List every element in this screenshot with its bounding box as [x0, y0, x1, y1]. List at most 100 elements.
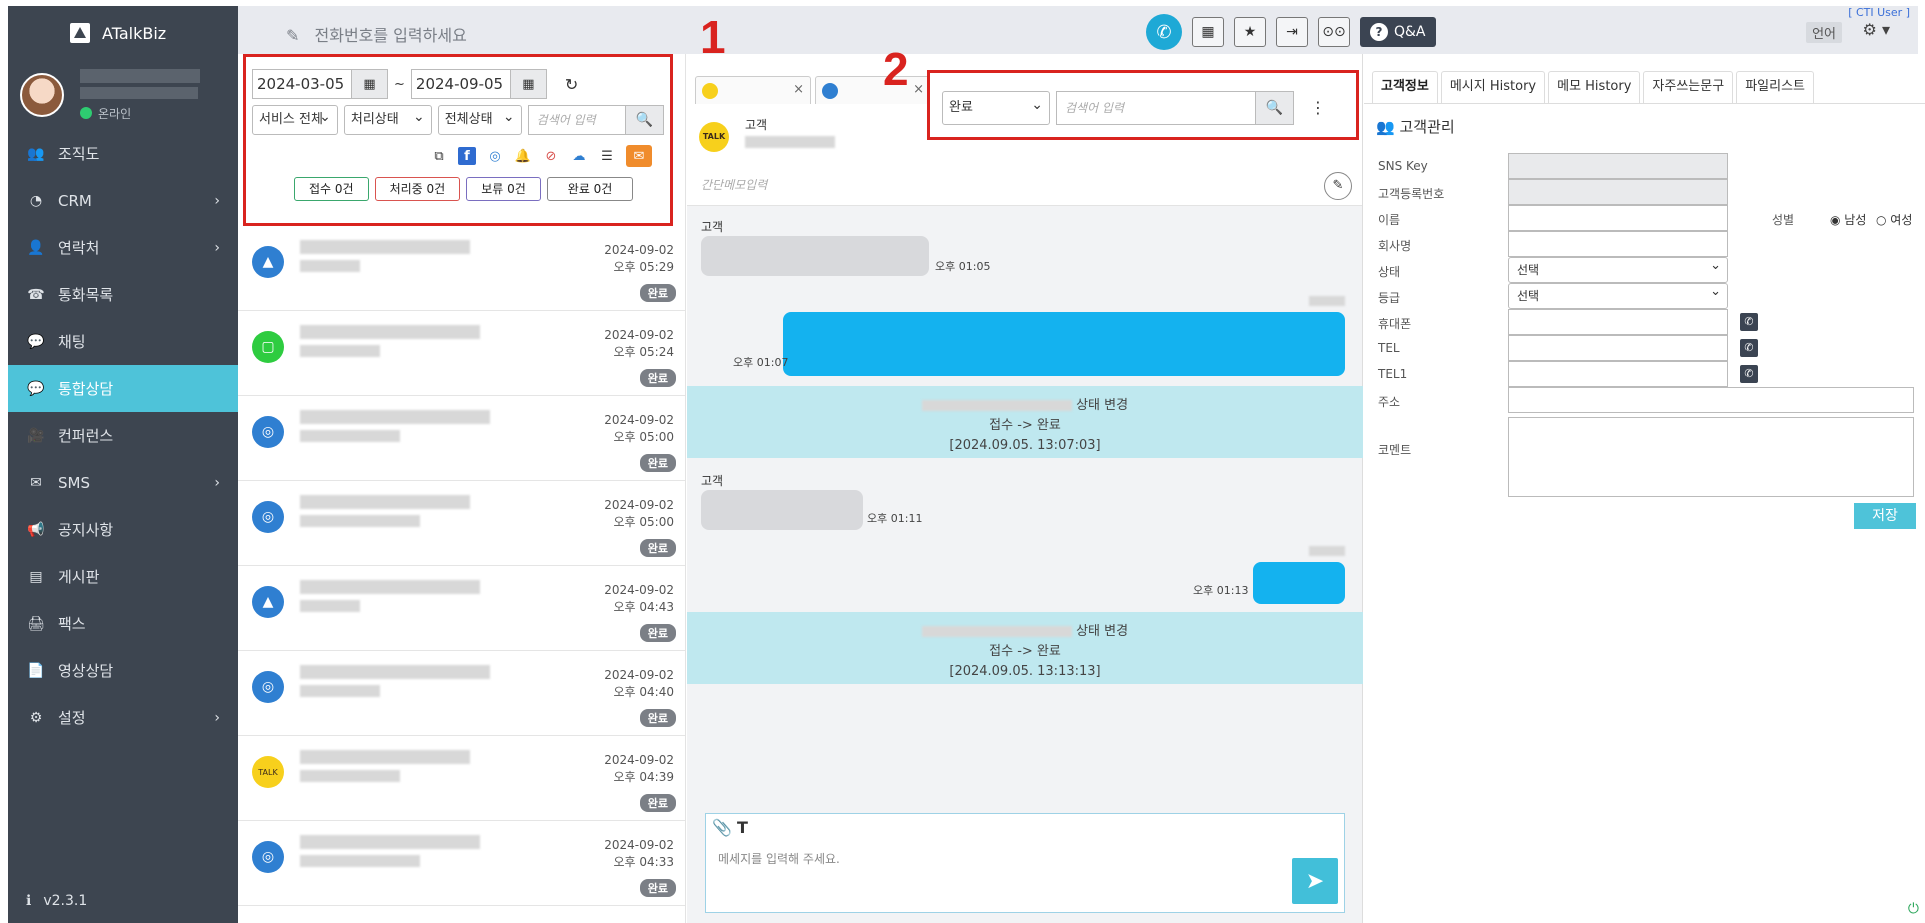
favorites-button[interactable]: ★ — [1234, 17, 1266, 47]
name-field[interactable] — [1508, 205, 1728, 231]
mobile-field[interactable] — [1508, 309, 1728, 335]
info-tab[interactable]: 메시지 History — [1440, 71, 1546, 103]
sidebar-item[interactable]: 👥 조직도 — [8, 130, 238, 177]
bell-icon[interactable]: 🔔 — [514, 147, 532, 165]
info-tab[interactable]: 자주쓰는문구 — [1643, 71, 1734, 103]
refresh-icon[interactable]: ↻ — [565, 75, 578, 94]
sidebar-item[interactable]: 📢 공지사항 — [8, 506, 238, 553]
info-tab[interactable]: 파일리스트 — [1736, 71, 1814, 103]
chat-channel-icon[interactable]: ◎ — [486, 147, 504, 165]
address-field[interactable] — [1508, 387, 1914, 413]
paperclip-icon[interactable]: 📎 — [712, 818, 732, 837]
chat-tab[interactable]: × — [695, 76, 811, 104]
status-count-badge[interactable]: 완료 0건 — [546, 177, 634, 201]
save-button[interactable]: 저장 — [1854, 503, 1916, 529]
qa-button[interactable]: ? Q&A — [1360, 17, 1436, 47]
settings-gear-icon[interactable]: ⚙ ▾ — [1863, 20, 1890, 39]
conversation-item[interactable]: ◎ 2024-09-02 오후 05:00 완료 — [238, 481, 685, 566]
power-icon[interactable]: ⏻ — [1908, 901, 1919, 917]
radio-male[interactable]: ◉ 남성 — [1830, 211, 1866, 228]
edit-pencil-icon[interactable]: ✎ — [1324, 172, 1352, 200]
kakao-icon — [702, 83, 718, 99]
status-count-badge[interactable]: 처리중 0건 — [374, 177, 461, 201]
service-select[interactable]: 서비스 전체 — [252, 103, 338, 135]
chat-tab[interactable]: × — [815, 76, 931, 104]
users-icon: 👥 — [1376, 118, 1395, 136]
login-button[interactable]: ⇥ — [1276, 17, 1308, 47]
list-search-input[interactable]: 검색어 입력 🔍 — [527, 105, 664, 135]
dialpad-button[interactable]: ▦ — [1192, 17, 1224, 47]
close-icon[interactable]: × — [913, 82, 924, 97]
sidebar-item-label: 연락처 — [58, 239, 100, 257]
phone-icon[interactable]: ✆ — [1740, 365, 1758, 383]
chat-search-input[interactable]: 검색어 입력 🔍 — [1056, 91, 1294, 125]
text-format-icon[interactable]: T — [737, 818, 748, 837]
call-button[interactable]: ✆ — [1146, 14, 1182, 50]
sidebar-item[interactable]: ✉ SMS › — [8, 459, 238, 506]
phone-input[interactable]: ✎ 전화번호를 입력하세요 — [286, 22, 467, 46]
calendar-icon[interactable]: ▦ — [351, 70, 387, 98]
sidebar-item[interactable]: 🎥 컨퍼런스 — [8, 412, 238, 459]
status-count-badge[interactable]: 접수 0건 — [294, 177, 369, 201]
all-status-select[interactable]: 전체상태 — [437, 103, 522, 135]
compose-box[interactable]: 📎 T 메세지를 입력해 주세요. ➤ — [705, 813, 1345, 913]
conversation-item[interactable]: ▲ 2024-09-02 오후 04:43 완료 — [238, 566, 685, 651]
conversation-preview-redacted — [300, 770, 400, 782]
sidebar-item[interactable]: 📄 영상상담 — [8, 647, 238, 694]
radio-female[interactable]: ○ 여성 — [1876, 211, 1912, 228]
voicemail-button[interactable]: ⊙⊙ — [1318, 17, 1350, 47]
message-sender: 고객 — [701, 474, 724, 488]
calendar-icon[interactable]: ▦ — [509, 70, 546, 98]
date-to-input[interactable]: 2024-09-05 ▦ — [410, 69, 547, 99]
chat-search-placeholder: 검색어 입력 — [1065, 101, 1125, 115]
sidebar-item[interactable]: ▤ 게시판 — [8, 553, 238, 600]
info-tab[interactable]: 고객정보 — [1372, 71, 1438, 103]
mail-icon[interactable]: ✉ — [626, 145, 652, 167]
status-select[interactable]: 선택 — [1508, 254, 1728, 283]
sidebar-item[interactable]: 🖨 팩스 — [8, 600, 238, 647]
list-icon[interactable]: ☰ — [598, 147, 616, 165]
envelope-icon: ✉ — [30, 474, 42, 491]
sidebar-item[interactable]: ◔ CRM › — [8, 177, 238, 224]
search-icon[interactable]: 🔍 — [625, 106, 663, 134]
chat-icon: 💬 — [27, 333, 45, 350]
conversation-time: 오후 05:00 — [613, 430, 674, 444]
conversation-item[interactable]: ▢ 2024-09-02 오후 05:24 완료 — [238, 311, 685, 396]
tel-field[interactable] — [1508, 335, 1728, 361]
phone-icon[interactable]: ✆ — [1740, 339, 1758, 357]
avatar[interactable] — [20, 73, 64, 117]
comment-field[interactable] — [1508, 417, 1914, 497]
process-status-select[interactable]: 처리상태 — [343, 103, 432, 135]
conversation-date: 2024-09-02 — [604, 413, 674, 427]
tel1-field[interactable] — [1508, 361, 1728, 387]
conversation-item[interactable]: TALK 2024-09-02 오후 04:39 완료 — [238, 736, 685, 821]
cti-user-link[interactable]: [ CTI User ] — [1848, 6, 1910, 19]
conversation-item[interactable]: ◎ 2024-09-02 오후 05:00 완료 — [238, 396, 685, 481]
close-icon[interactable]: × — [793, 82, 804, 97]
conversation-item[interactable]: ◎ 2024-09-02 오후 04:33 완료 — [238, 821, 685, 906]
sidebar-item[interactable]: 👤 연락처 › — [8, 224, 238, 271]
blocked-icon[interactable]: ⊘ — [542, 147, 560, 165]
status-count-badge[interactable]: 보류 0건 — [466, 177, 541, 201]
search-icon[interactable]: 🔍 — [1255, 92, 1293, 124]
memo-bar[interactable]: 간단메모입력 ✎ — [687, 170, 1362, 206]
conversation-item[interactable]: ▲ 2024-09-02 오후 05:29 완료 — [238, 226, 685, 311]
company-field[interactable] — [1508, 231, 1728, 257]
cloud-icon[interactable]: ☁ — [570, 147, 588, 165]
sidebar-item[interactable]: ⚙ 설정 › — [8, 694, 238, 741]
facebook-icon[interactable]: f — [458, 147, 476, 165]
chat-status-select[interactable]: 완료 — [942, 89, 1050, 125]
info-tab[interactable]: 메모 History — [1548, 71, 1641, 103]
sidebar-item[interactable]: 💬 통합상담 — [8, 365, 238, 412]
window-icon[interactable]: ⧉ — [430, 147, 448, 165]
language-button[interactable]: 언어 — [1806, 22, 1842, 43]
date-from-input[interactable]: 2024-03-05 ▦ — [252, 69, 388, 99]
sidebar-item[interactable]: 💬 채팅 — [8, 318, 238, 365]
grade-select[interactable]: 선택 — [1508, 280, 1728, 309]
more-vertical-icon[interactable]: ⋮ — [1310, 91, 1326, 119]
phone-icon[interactable]: ✆ — [1740, 313, 1758, 331]
send-button[interactable]: ➤ — [1292, 858, 1338, 904]
sidebar-item[interactable]: ☎ 통화목록 — [8, 271, 238, 318]
online-status[interactable]: 온라인 — [80, 105, 200, 122]
conversation-item[interactable]: ◎ 2024-09-02 오후 04:40 완료 — [238, 651, 685, 736]
